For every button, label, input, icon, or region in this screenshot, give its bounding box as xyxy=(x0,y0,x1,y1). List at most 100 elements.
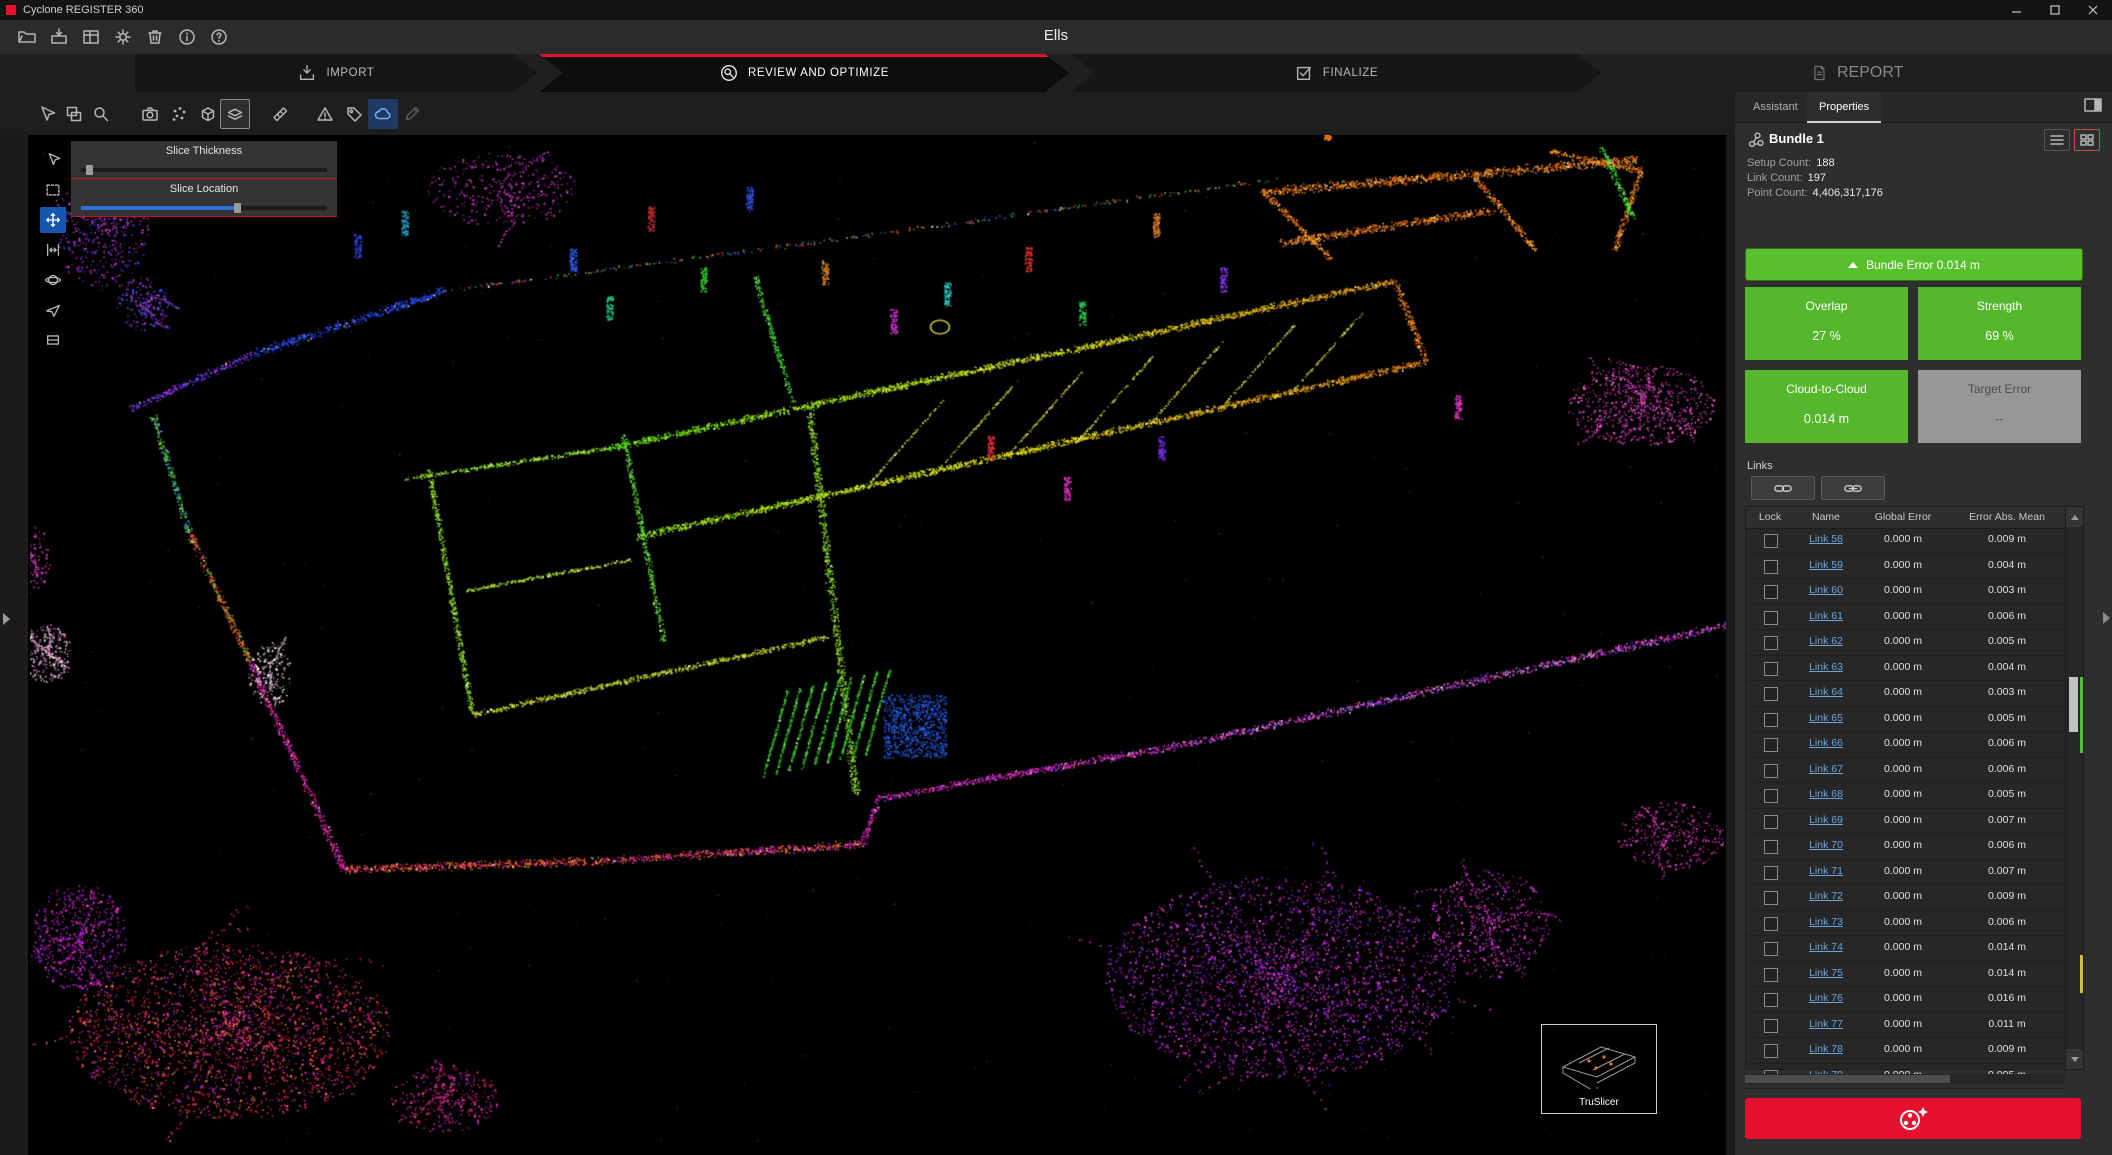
visual-alignment-tool-button[interactable] xyxy=(32,99,62,129)
link-name[interactable]: Link 76 xyxy=(1794,992,1858,1004)
lock-checkbox[interactable] xyxy=(1764,662,1778,676)
workflow-step-finalize[interactable]: FINALIZE xyxy=(1071,54,1601,92)
link-name[interactable]: Link 68 xyxy=(1794,788,1858,800)
column-header-lock[interactable]: Lock xyxy=(1746,511,1794,523)
workflow-step-import[interactable]: IMPORT xyxy=(135,54,537,92)
layout-icon[interactable] xyxy=(80,26,102,48)
table-row[interactable]: Link 69 0.000 m 0.007 m xyxy=(1746,809,2066,835)
link-name[interactable]: Link 70 xyxy=(1794,839,1858,851)
scroll-down-button[interactable] xyxy=(2066,1049,2083,1069)
point-cloud-canvas[interactable] xyxy=(30,135,1726,1155)
links-table-hscrollbar[interactable] xyxy=(1745,1074,2065,1084)
lock-checkbox[interactable] xyxy=(1764,1044,1778,1058)
link-name[interactable]: Link 64 xyxy=(1794,686,1858,698)
lock-checkbox[interactable] xyxy=(1764,534,1778,548)
minimize-button[interactable] xyxy=(1998,0,2036,20)
list-view-toggle-button[interactable] xyxy=(2044,129,2070,151)
column-header-name[interactable]: Name xyxy=(1794,511,1858,523)
link-name[interactable]: Link 65 xyxy=(1794,712,1858,724)
link-name[interactable]: Link 74 xyxy=(1794,941,1858,953)
link-name[interactable]: Link 61 xyxy=(1794,610,1858,622)
table-row[interactable]: Link 75 0.000 m 0.014 m xyxy=(1746,962,2066,988)
region-select-tool-button[interactable] xyxy=(59,99,89,129)
fly-tool-button[interactable] xyxy=(40,297,66,323)
table-row[interactable]: Link 73 0.000 m 0.006 m xyxy=(1746,911,2066,937)
right-panel-collapse-icon[interactable] xyxy=(2103,612,2110,624)
table-row[interactable]: Link 59 0.000 m 0.004 m xyxy=(1746,554,2066,580)
maximize-button[interactable] xyxy=(2036,0,2074,20)
hscrollbar-thumb[interactable] xyxy=(1745,1075,1950,1083)
lock-checkbox[interactable] xyxy=(1764,764,1778,778)
link-name[interactable]: Link 72 xyxy=(1794,890,1858,902)
lock-checkbox[interactable] xyxy=(1764,840,1778,854)
table-row[interactable]: Link 68 0.000 m 0.005 m xyxy=(1746,783,2066,809)
slice-location-handle[interactable] xyxy=(234,203,241,213)
lock-checkbox[interactable] xyxy=(1764,687,1778,701)
link-name[interactable]: Link 75 xyxy=(1794,967,1858,979)
tab-assistant[interactable]: Assistant xyxy=(1741,92,1810,121)
table-row[interactable]: Link 60 0.000 m 0.003 m xyxy=(1746,579,2066,605)
lock-checkbox[interactable] xyxy=(1764,917,1778,931)
open-project-icon[interactable] xyxy=(16,26,38,48)
tab-properties[interactable]: Properties xyxy=(1807,92,1881,123)
lock-checkbox[interactable] xyxy=(1764,585,1778,599)
left-panel-expander-icon[interactable] xyxy=(3,613,10,625)
point-cloud-tool-button[interactable] xyxy=(164,99,194,129)
delete-trash-icon[interactable] xyxy=(144,26,166,48)
scroll-up-button[interactable] xyxy=(2066,507,2083,527)
table-row[interactable]: Link 70 0.000 m 0.006 m xyxy=(1746,834,2066,860)
lock-checkbox[interactable] xyxy=(1764,942,1778,956)
link-name[interactable]: Link 60 xyxy=(1794,584,1858,596)
table-row[interactable]: Link 74 0.000 m 0.014 m xyxy=(1746,936,2066,962)
slice-thickness-handle[interactable] xyxy=(86,165,93,175)
measure-tool-button[interactable] xyxy=(265,99,295,129)
slice-location-slider[interactable] xyxy=(81,206,327,210)
links-table-scrollbar[interactable] xyxy=(2065,507,2083,1069)
auto-align-button[interactable] xyxy=(1745,1098,2081,1139)
workflow-step-review-and-optimize[interactable]: REVIEW AND OPTIMIZE xyxy=(539,54,1069,92)
table-row[interactable]: Link 72 0.000 m 0.009 m xyxy=(1746,885,2066,911)
annotate-tool-button[interactable] xyxy=(397,99,427,129)
link-name[interactable]: Link 78 xyxy=(1794,1043,1858,1055)
grid-view-toggle-button[interactable] xyxy=(2074,129,2100,151)
slice-thickness-slider[interactable] xyxy=(81,168,327,172)
zoom-region-tool-button[interactable] xyxy=(86,99,116,129)
pan-tool-button[interactable] xyxy=(40,207,66,233)
column-header-error-abs-mean[interactable]: Error Abs. Mean xyxy=(1948,511,2066,523)
scrollbar-thumb[interactable] xyxy=(2069,677,2078,732)
table-row[interactable]: Link 64 0.000 m 0.003 m xyxy=(1746,681,2066,707)
table-row[interactable]: Link 61 0.000 m 0.006 m xyxy=(1746,605,2066,631)
lock-checkbox[interactable] xyxy=(1764,866,1778,880)
lock-checkbox[interactable] xyxy=(1764,560,1778,574)
help-icon[interactable] xyxy=(208,26,230,48)
cloud-links-filter-button[interactable] xyxy=(1751,476,1815,500)
lock-checkbox[interactable] xyxy=(1764,713,1778,727)
truslicer-panel[interactable]: TruSlicer xyxy=(1541,1024,1657,1114)
lock-checkbox[interactable] xyxy=(1764,815,1778,829)
link-name[interactable]: Link 71 xyxy=(1794,865,1858,877)
target-links-filter-button[interactable] xyxy=(1821,476,1885,500)
orbit-tool-button[interactable] xyxy=(40,267,66,293)
table-row[interactable]: Link 71 0.000 m 0.007 m xyxy=(1746,860,2066,886)
link-name[interactable]: Link 59 xyxy=(1794,559,1858,571)
bundle-error-button[interactable]: Bundle Error 0.014 m xyxy=(1745,248,2083,281)
lock-checkbox[interactable] xyxy=(1764,738,1778,752)
column-header-global-error[interactable]: Global Error xyxy=(1858,511,1948,523)
lock-checkbox[interactable] xyxy=(1764,993,1778,1007)
marquee-select-tool-button[interactable] xyxy=(40,177,66,203)
link-name[interactable]: Link 73 xyxy=(1794,916,1858,928)
link-name[interactable]: Link 63 xyxy=(1794,661,1858,673)
table-row[interactable]: Link 67 0.000 m 0.006 m xyxy=(1746,758,2066,784)
pick-tool-button[interactable] xyxy=(40,147,66,173)
table-row[interactable]: Link 58 0.000 m 0.009 m xyxy=(1746,528,2066,554)
lock-checkbox[interactable] xyxy=(1764,636,1778,650)
link-name[interactable]: Link 66 xyxy=(1794,737,1858,749)
panel-layout-toggle-icon[interactable] xyxy=(2084,98,2102,112)
link-name[interactable]: Link 62 xyxy=(1794,635,1858,647)
settings-gear-icon[interactable] xyxy=(112,26,134,48)
warning-label-tool-button[interactable] xyxy=(310,99,340,129)
lock-checkbox[interactable] xyxy=(1764,968,1778,982)
import-data-icon[interactable] xyxy=(48,26,70,48)
table-row[interactable]: Link 62 0.000 m 0.005 m xyxy=(1746,630,2066,656)
truslicer-tool-button[interactable] xyxy=(220,99,250,129)
